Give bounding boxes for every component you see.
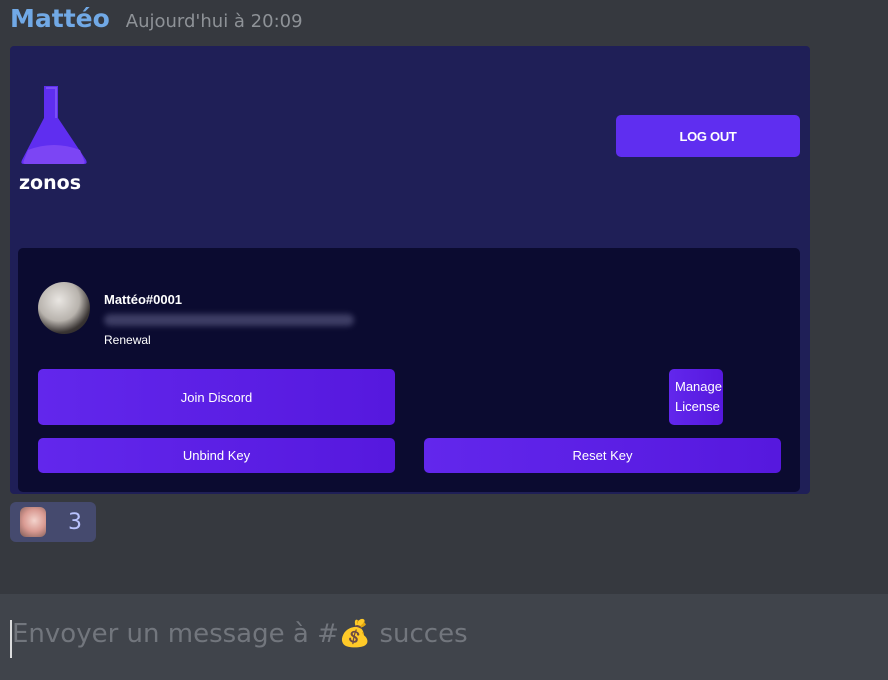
- embed-card: zonos LOG OUT Mattéo#0001 Renewal Join D…: [10, 46, 810, 494]
- message-timestamp: Aujourd'hui à 20:09: [125, 11, 303, 32]
- reset-key-button[interactable]: Reset Key: [424, 438, 781, 473]
- manage-license-label-line2: License: [675, 399, 720, 414]
- user-panel: Mattéo#0001 Renewal Join Discord Manage …: [18, 248, 800, 492]
- reaction-emoji-icon: [20, 507, 46, 537]
- logo-text: zonos: [19, 172, 82, 194]
- composer-placeholder: Envoyer un message à #💰 succes: [12, 619, 468, 649]
- unbind-key-button[interactable]: Unbind Key: [38, 438, 395, 473]
- redacted-license-key: [104, 314, 354, 326]
- manage-license-label-line1: Manage: [675, 379, 722, 394]
- author-name[interactable]: Mattéo: [10, 4, 110, 33]
- username: Mattéo#0001: [104, 292, 183, 307]
- flask-logo-icon: [18, 84, 98, 166]
- manage-license-button[interactable]: Manage License: [669, 369, 723, 425]
- logout-button[interactable]: LOG OUT: [616, 115, 800, 157]
- plan-status: Renewal: [104, 333, 151, 347]
- join-discord-button[interactable]: Join Discord: [38, 369, 395, 425]
- reaction-button[interactable]: 3: [10, 502, 96, 542]
- message-header: Mattéo Aujourd'hui à 20:09: [10, 4, 303, 33]
- reaction-count: 3: [68, 509, 82, 535]
- avatar: [38, 282, 90, 334]
